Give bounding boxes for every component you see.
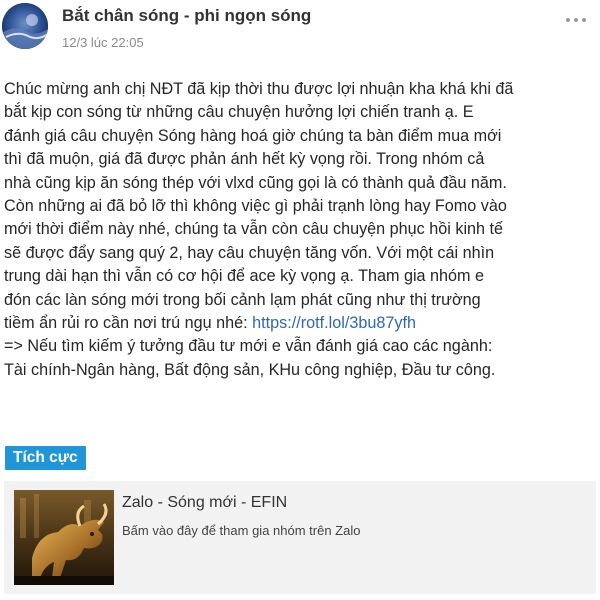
body-line: nhà cũng kịp ăn sóng thép với vlxd cũng … bbox=[4, 173, 507, 192]
body-line: mới thời điểm này nhé, chúng ta vẫn còn … bbox=[4, 220, 504, 239]
body-line: Còn những ai đã bỏ lỡ thì không việc gì … bbox=[4, 197, 507, 216]
link-preview-card[interactable]: Zalo - Sóng mới - EFIN Bấm vào đây để th… bbox=[4, 481, 596, 594]
author-name[interactable]: Bắt chân sóng - phi ngọn sóng bbox=[62, 6, 311, 26]
link-preview-description: Bấm vào đây để tham gia nhóm trên Zalo bbox=[122, 523, 361, 538]
post-header: Bắt chân sóng - phi ngọn sóng 12/3 lúc 2… bbox=[0, 0, 600, 62]
dot bbox=[582, 18, 586, 22]
dot bbox=[566, 18, 570, 22]
sentiment-tag[interactable]: Tích cực bbox=[5, 446, 86, 470]
body-line: Chúc mừng anh chị NĐT đã kịp thời thu đư… bbox=[4, 80, 514, 98]
body-line: Tài chính-Ngân hàng, Bất động sản, KHu c… bbox=[4, 360, 496, 379]
post-timestamp: 12/3 lúc 22:05 bbox=[62, 35, 144, 50]
bull-image bbox=[14, 490, 114, 585]
body-line: thì đã muộn, giá đã được phản ánh hết kỳ… bbox=[4, 150, 485, 169]
link-prefix: tiềm ẩn rủi ro cần nơi trú ngụ nhé: bbox=[4, 314, 253, 333]
post-body: Chúc mừng anh chị NĐT đã kịp thời thu đư… bbox=[4, 78, 596, 382]
avatar[interactable] bbox=[2, 3, 48, 49]
body-line: => Nếu tìm kiếm ý tưởng đầu tư mới e vẫn… bbox=[4, 337, 493, 356]
body-line: bắt kịp con sóng từ những câu chuyện hưở… bbox=[4, 103, 474, 122]
dot bbox=[574, 18, 578, 22]
post-card: Bắt chân sóng - phi ngọn sóng 12/3 lúc 2… bbox=[0, 0, 600, 600]
body-line: đánh giá câu chuyện Sóng hàng hoá giờ ch… bbox=[4, 126, 502, 145]
body-line: đón các làn sóng mới trong bối cảnh lạm … bbox=[4, 290, 481, 309]
post-link[interactable]: https://rotf.lol/3bu87yfh bbox=[252, 314, 416, 332]
avatar-image bbox=[2, 3, 48, 49]
link-preview-title[interactable]: Zalo - Sóng mới - EFIN bbox=[122, 494, 287, 512]
body-line: trung dài hạn thì vẫn có cơ hội để ace k… bbox=[4, 267, 485, 286]
more-options-icon[interactable] bbox=[566, 16, 586, 24]
body-line-with-link: tiềm ẩn rủi ro cần nơi trú ngụ nhé: http… bbox=[4, 312, 596, 335]
body-line: sẽ được đẩy sang quý 2, hay câu chuyện t… bbox=[4, 243, 495, 262]
link-preview-thumbnail bbox=[14, 490, 114, 585]
